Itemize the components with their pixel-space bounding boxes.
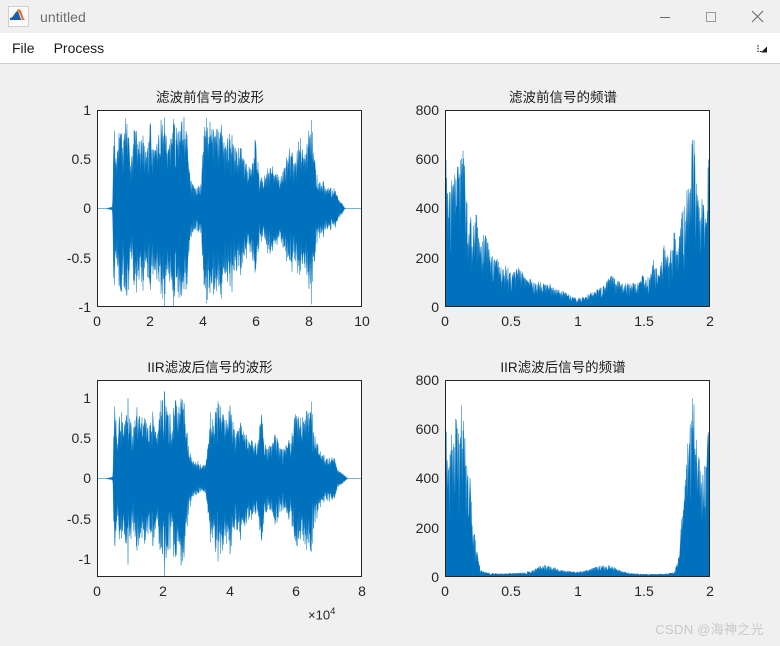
close-icon[interactable]: [734, 0, 780, 33]
xtick-label: 1: [574, 583, 582, 599]
axes-signal-waveform-before: 滤波前信号的波形 1 0.5 0 -0.5 -1 0 2 4 6 8 10: [50, 86, 370, 329]
spectrum-series: [446, 139, 709, 306]
axes-spectrum-after-iir: IIR滤波后信号的频谱 800 600 400 200 0 0 0.5 1 1.…: [398, 356, 728, 599]
axis-exponent-label: ×104: [308, 606, 335, 622]
axes-signal-waveform-after-iir: IIR滤波后信号的波形 1 0.5 0 -0.5 -1 0 2 4 6 8 ×1…: [50, 356, 370, 622]
axes-title: IIR滤波后信号的频谱: [500, 360, 626, 375]
window-titlebar: untitled: [0, 0, 780, 33]
plot-area[interactable]: [445, 110, 710, 307]
ytick-label: -1: [78, 551, 91, 567]
xtick-label: 2: [706, 583, 714, 599]
ytick-label: 0.5: [71, 430, 91, 446]
xtick-label: 6: [252, 313, 260, 329]
plot-area[interactable]: [97, 380, 362, 577]
xtick-label: 2: [159, 583, 167, 599]
axes-title: IIR滤波后信号的波形: [147, 360, 273, 375]
ytick-label: 0: [431, 569, 439, 585]
ytick-label: 0: [83, 470, 91, 486]
xtick-label: 10: [354, 313, 370, 329]
xtick-label: 4: [199, 313, 207, 329]
xtick-label: 4: [226, 583, 234, 599]
axis-exponent-mantissa: ×10: [308, 607, 331, 623]
waveform-series: [98, 391, 361, 576]
axes-spectrum-before: 滤波前信号的频谱 800 600 400 200 0 0 0.5 1 1.5 2: [398, 86, 728, 329]
xtick-label: 8: [305, 313, 313, 329]
xtick-label: 1.5: [634, 313, 654, 329]
xtick-label: 0.5: [501, 583, 521, 599]
xtick-label: 8: [358, 583, 366, 599]
plot-area[interactable]: [97, 110, 362, 307]
window-title: untitled: [40, 8, 86, 25]
toolbar-expand-arrow-icon[interactable]: [754, 40, 770, 56]
ytick-label: 0: [83, 200, 91, 216]
menu-item-file[interactable]: File: [5, 37, 42, 59]
menubar: File Process: [0, 33, 780, 64]
maximize-icon[interactable]: [688, 0, 734, 33]
xtick-label: 1.5: [634, 583, 654, 599]
axis-exponent-power: 4: [330, 606, 336, 617]
xtick-label: 2: [706, 313, 714, 329]
ytick-label: 800: [415, 372, 439, 388]
ytick-label: 1: [83, 102, 91, 118]
ytick-label: 800: [415, 102, 439, 118]
xtick-label: 0: [441, 313, 449, 329]
figure-canvas: 滤波前信号的波形 1 0.5 0 -0.5 -1 0 2 4 6 8 10 滤波…: [0, 64, 780, 646]
ytick-label: 0: [431, 299, 439, 315]
matlab-figure-window: untitled File Process 滤波前信号的波形 1 0.5 0 -…: [0, 0, 780, 646]
xtick-label: 0.5: [501, 313, 521, 329]
matlab-membrane-icon: [8, 6, 29, 27]
ytick-label: 200: [415, 250, 439, 266]
ytick-label: 600: [415, 421, 439, 437]
ytick-label: 400: [415, 200, 439, 216]
csdn-watermark: CSDN @海神之光: [655, 622, 764, 637]
spectrum-series: [446, 398, 709, 576]
xtick-label: 0: [93, 583, 101, 599]
waveform-series: [98, 116, 361, 306]
xtick-label: 2: [146, 313, 154, 329]
xtick-label: 6: [292, 583, 300, 599]
ytick-label: 600: [415, 151, 439, 167]
ytick-label: 400: [415, 470, 439, 486]
xtick-label: 0: [441, 583, 449, 599]
ytick-label: -1: [78, 299, 91, 315]
xtick-label: 1: [574, 313, 582, 329]
axes-title: 滤波前信号的波形: [156, 90, 264, 105]
ytick-label: 0.5: [71, 151, 91, 167]
axes-title: 滤波前信号的频谱: [509, 90, 617, 105]
xtick-label: 0: [93, 313, 101, 329]
ytick-label: 200: [415, 520, 439, 536]
plot-area[interactable]: [445, 380, 710, 577]
ytick-label: 1: [83, 390, 91, 406]
ytick-label: -0.5: [66, 250, 91, 266]
ytick-label: -0.5: [66, 511, 91, 527]
minimize-icon[interactable]: [642, 0, 688, 33]
window-controls: [642, 0, 780, 33]
menu-item-process[interactable]: Process: [47, 37, 112, 59]
